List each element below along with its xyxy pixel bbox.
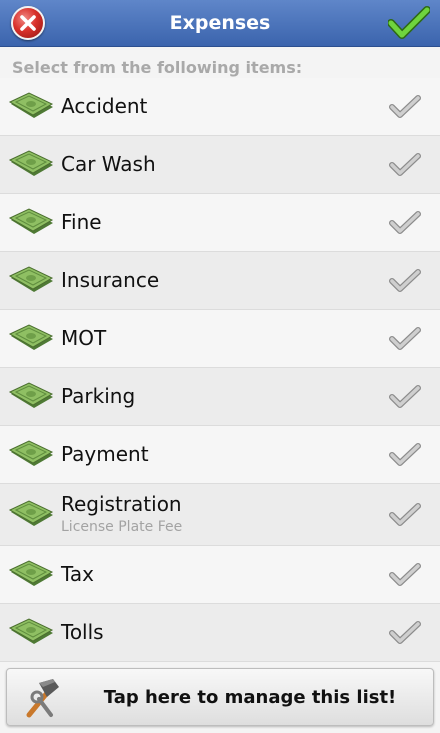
instruction-text: Select from the following items: xyxy=(12,58,303,77)
list-item[interactable]: Fine xyxy=(0,194,440,252)
checkmark-icon[interactable] xyxy=(388,325,422,353)
list-item-label: MOT xyxy=(61,326,107,350)
banknote-icon xyxy=(8,440,54,466)
list-item-label: Tolls xyxy=(61,620,104,644)
tools-icon xyxy=(17,675,67,721)
banknote-icon xyxy=(8,560,54,586)
banknote-icon xyxy=(8,618,54,644)
banknote-icon xyxy=(8,208,54,234)
banknote-icon xyxy=(8,266,54,292)
list-item[interactable]: Registration License Plate Fee xyxy=(0,484,440,546)
list-item-label: Car Wash xyxy=(61,152,156,176)
list-item-label: Insurance xyxy=(61,268,160,292)
done-checkmark-icon[interactable] xyxy=(387,5,431,41)
title-bar: Expenses xyxy=(0,0,440,47)
banknote-icon xyxy=(8,500,54,526)
banknote-icon xyxy=(8,324,54,350)
list-item-label: Registration xyxy=(61,492,182,516)
manage-list-label: Tap here to manage this list! xyxy=(103,687,397,708)
list-item[interactable]: Accident xyxy=(0,78,440,136)
banknote-icon xyxy=(8,150,54,176)
list-item-label: Parking xyxy=(61,384,136,408)
list-item-label: Tax xyxy=(61,562,94,586)
list-item[interactable]: MOT xyxy=(0,310,440,368)
list-item[interactable]: Payment xyxy=(0,426,440,484)
checkmark-icon[interactable] xyxy=(388,619,422,647)
checkmark-icon[interactable] xyxy=(388,267,422,295)
list-item[interactable]: Tolls xyxy=(0,604,440,662)
list-item[interactable]: Tax xyxy=(0,546,440,604)
checkmark-icon[interactable] xyxy=(388,383,422,411)
list-item-label: Accident xyxy=(61,94,148,118)
list-item-label: Fine xyxy=(61,210,102,234)
list-item[interactable]: Insurance xyxy=(0,252,440,310)
checkmark-icon[interactable] xyxy=(388,93,422,121)
list-item-sublabel: License Plate Fee xyxy=(61,519,183,535)
list-item[interactable]: Car Wash xyxy=(0,136,440,194)
checkmark-icon[interactable] xyxy=(388,501,422,529)
page-title: Expenses xyxy=(169,12,271,34)
checkmark-icon[interactable] xyxy=(388,209,422,237)
banknote-icon xyxy=(8,382,54,408)
checkmark-icon[interactable] xyxy=(388,441,422,469)
checkmark-icon[interactable] xyxy=(388,561,422,589)
list-item[interactable]: Parking xyxy=(0,368,440,426)
manage-list-button[interactable]: Tap here to manage this list! xyxy=(6,668,434,726)
checkmark-icon[interactable] xyxy=(388,151,422,179)
list-item-label: Payment xyxy=(61,442,149,466)
banknote-icon xyxy=(8,92,54,118)
expense-list: Accident Car Wash Fine Insurance MOT Parking P… xyxy=(0,78,440,662)
